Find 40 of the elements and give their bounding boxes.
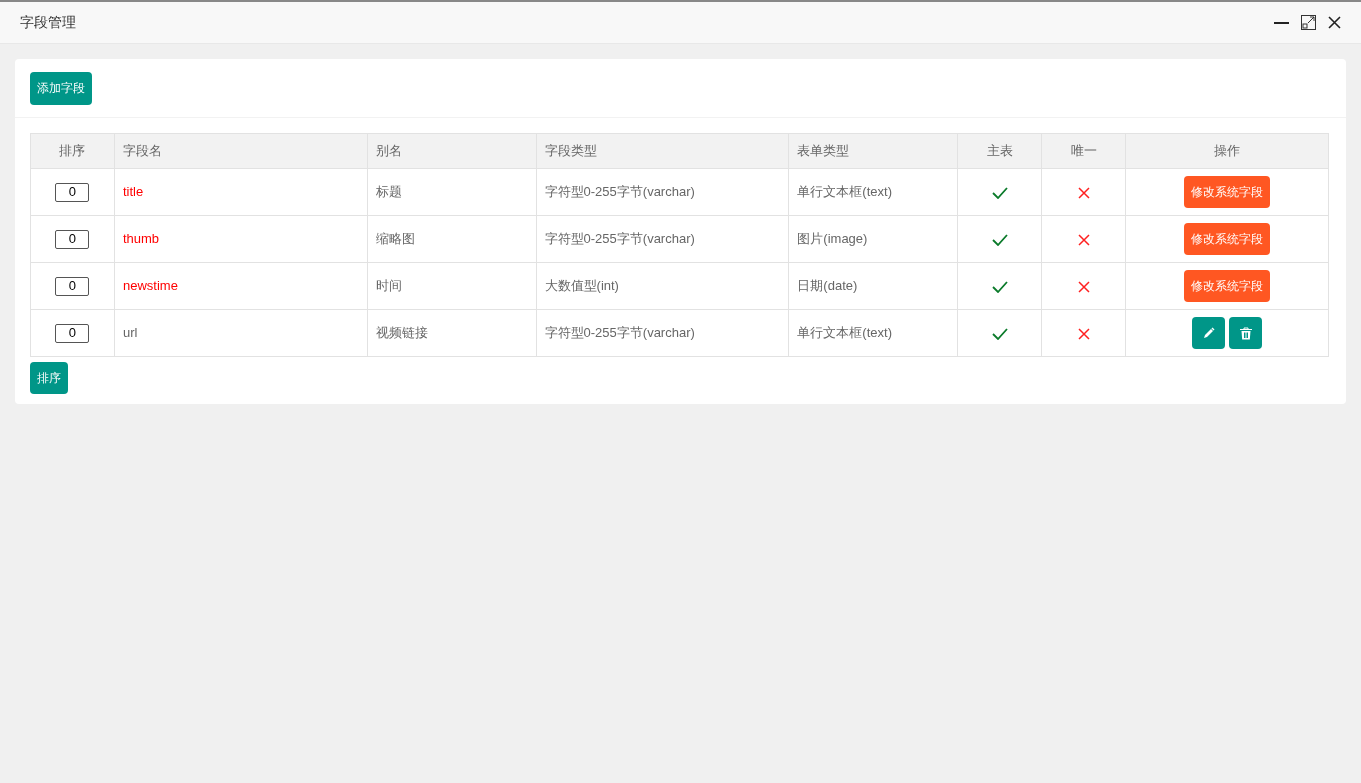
window-title: 字段管理	[20, 13, 77, 32]
alias-cell: 缩略图	[367, 215, 537, 263]
field-name-cell: newstime	[114, 262, 368, 310]
field-type-cell: 字符型0-255字节(varchar)	[536, 215, 789, 263]
alias-cell: 标题	[367, 168, 537, 216]
add-field-button[interactable]: 添加字段	[30, 71, 92, 105]
column-header: 唯一	[1041, 133, 1126, 169]
edit-system-field-button[interactable]: 修改系统字段	[1184, 270, 1271, 302]
maximize-icon[interactable]	[1301, 15, 1316, 30]
edit-system-field-button[interactable]: 修改系统字段	[1184, 176, 1271, 208]
column-header: 字段名	[114, 133, 368, 169]
field-name-cell: url	[114, 309, 368, 357]
order-input[interactable]: 0	[55, 323, 90, 343]
field-type-cell: 字符型0-255字节(varchar)	[536, 309, 789, 357]
form-type-cell: 日期(date)	[788, 262, 958, 310]
column-header: 字段类型	[536, 133, 789, 169]
column-header: 操作	[1125, 133, 1329, 169]
pencil-icon	[1202, 327, 1215, 339]
alias-cell: 时间	[367, 262, 537, 310]
close-icon[interactable]	[1328, 16, 1341, 29]
order-input[interactable]: 0	[55, 276, 90, 296]
sort-button[interactable]: 排序	[30, 362, 68, 394]
delete-button[interactable]	[1229, 317, 1263, 349]
field-name-cell: title	[114, 168, 368, 216]
column-header: 表单类型	[788, 133, 958, 169]
field-type-cell: 字符型0-255字节(varchar)	[536, 168, 789, 216]
edit-button[interactable]	[1192, 317, 1226, 349]
alias-cell: 视频链接	[367, 309, 537, 357]
order-input[interactable]: 0	[55, 229, 90, 249]
column-header: 别名	[367, 133, 537, 169]
form-type-cell: 图片(image)	[788, 215, 958, 263]
form-type-cell: 单行文本框(text)	[788, 168, 958, 216]
column-header: 排序	[30, 133, 115, 169]
field-type-cell: 大数值型(int)	[536, 262, 789, 310]
edit-system-field-button[interactable]: 修改系统字段	[1184, 223, 1271, 255]
trash-icon	[1239, 326, 1252, 340]
column-header: 主表	[957, 133, 1042, 169]
order-input[interactable]: 0	[55, 182, 90, 202]
field-name-cell: thumb	[114, 215, 368, 263]
form-type-cell: 单行文本框(text)	[788, 309, 958, 357]
